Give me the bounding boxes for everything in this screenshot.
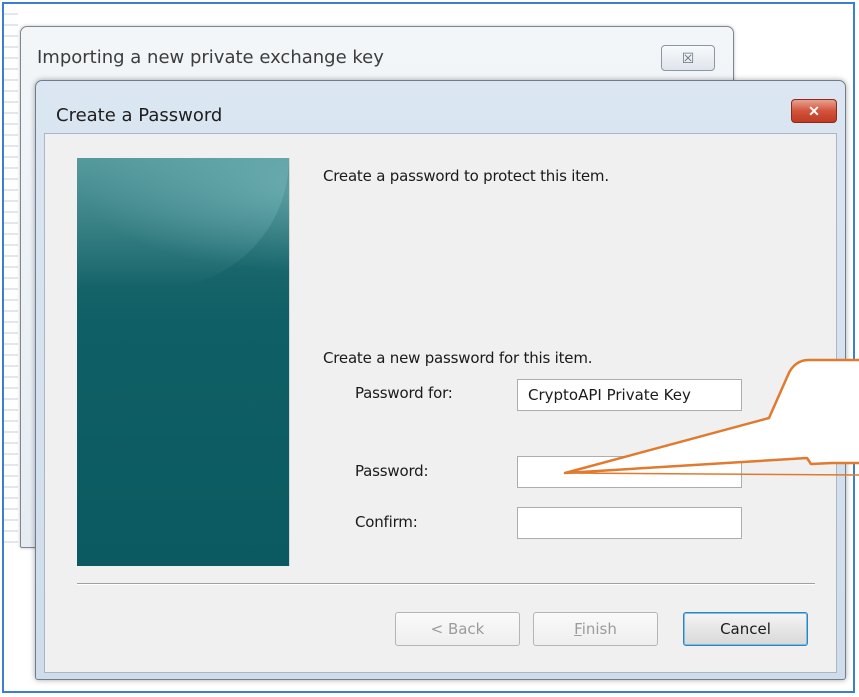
close-icon: ☒ — [681, 50, 695, 66]
dialog-title: Create a Password — [56, 105, 223, 126]
finish-button-label: inish — [581, 620, 617, 638]
password-for-label: Password for: — [355, 384, 453, 402]
password-for-value: CryptoAPI Private Key — [528, 386, 691, 404]
password-input[interactable] — [517, 456, 742, 488]
finish-button[interactable]: Finish — [533, 612, 658, 646]
cancel-button-label: Cancel — [720, 620, 771, 638]
create-password-dialog: Create a Password ✕ Create a password to… — [35, 80, 846, 680]
background-window-edge — [4, 4, 18, 544]
separator — [77, 583, 815, 585]
wizard-side-image — [77, 158, 290, 566]
background-dialog-title: Importing a new private exchange key — [37, 47, 384, 68]
password-for-field: CryptoAPI Private Key — [517, 379, 742, 411]
confirm-label: Confirm: — [355, 513, 418, 531]
close-icon: ✕ — [808, 103, 820, 119]
finish-accelerator: F — [574, 620, 582, 638]
background-close-button[interactable]: ☒ — [661, 45, 715, 71]
cancel-button[interactable]: Cancel — [683, 612, 808, 646]
dialog-body: Create a password to protect this item. … — [44, 133, 837, 673]
subheading-text: Create a new password for this item. — [323, 349, 593, 367]
confirm-input[interactable] — [517, 507, 742, 539]
password-label: Password: — [355, 462, 429, 480]
back-button[interactable]: < Back — [395, 612, 520, 646]
intro-text: Create a password to protect this item. — [323, 167, 609, 185]
back-button-label: < Back — [430, 620, 485, 638]
dialog-close-button[interactable]: ✕ — [791, 99, 837, 123]
